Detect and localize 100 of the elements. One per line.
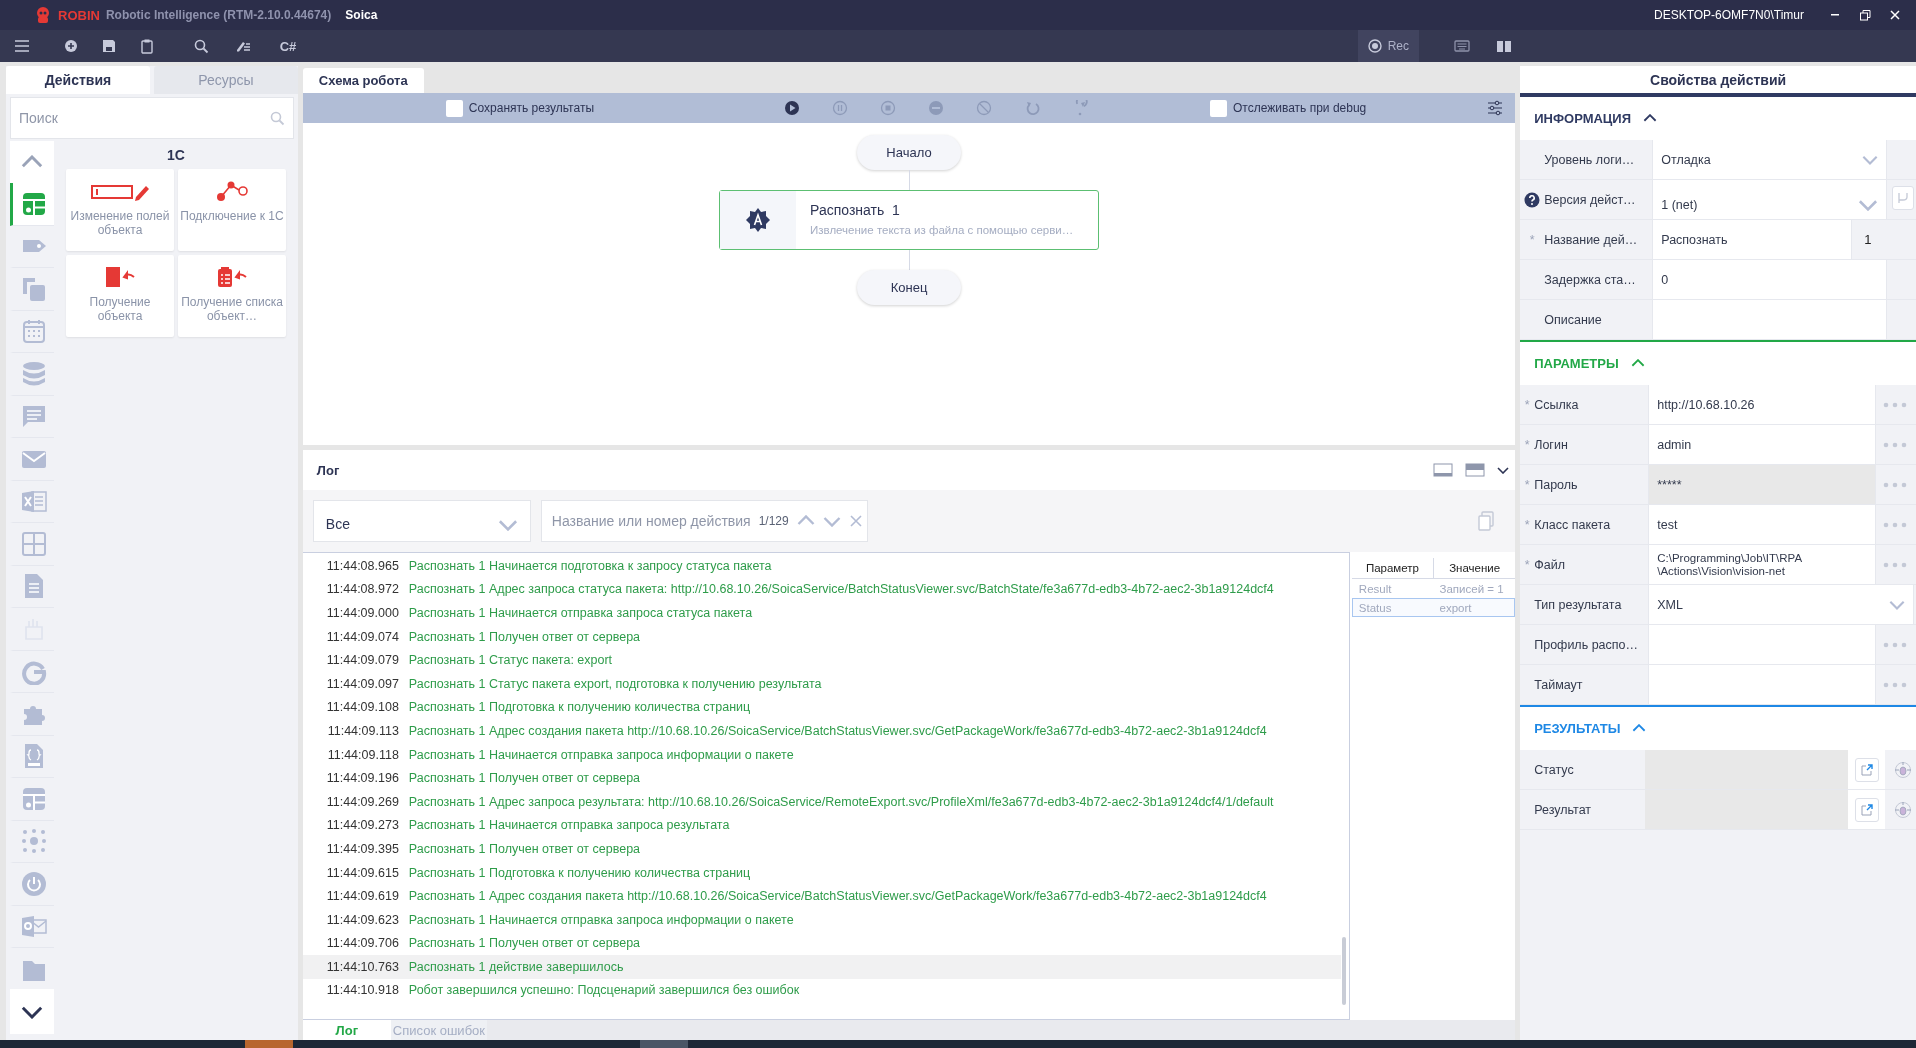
field-label: Уровень логи… — [1544, 152, 1635, 167]
log-message: Распознать 1 Получен ответ от сервера — [408, 936, 641, 951]
grid-icon — [19, 529, 48, 558]
log-row[interactable]: 11:44:09.000 Распознать 1 Начинается отправка запроса статуса пакета — [302, 601, 1341, 625]
log-row[interactable]: 11:44:09.706 Распознать 1 Получен ответ от сервера — [302, 931, 1341, 956]
action-node[interactable]: Распознать 1 Извлечение текста из файла с помощью серви… — [719, 190, 1099, 250]
settings-button[interactable] — [1487, 100, 1504, 116]
field-label: Статус — [1534, 762, 1574, 777]
dropdown-field[interactable]: 1 (net) — [1652, 180, 1888, 219]
page-arrow-icon — [105, 265, 135, 289]
branch-button[interactable] — [1892, 186, 1915, 210]
flow-node[interactable]: Конец — [857, 270, 961, 305]
dots-icon — [19, 827, 48, 856]
code-button[interactable]: C# — [268, 30, 308, 62]
action-search-field[interactable]: Название или номер действия 1/129 — [540, 500, 868, 542]
chevron-up-icon — [1632, 724, 1647, 733]
log-row[interactable]: 11:44:09.079 Распознать 1 Статус пакета: export — [302, 648, 1341, 672]
chevron-down-icon — [21, 1004, 43, 1019]
input-field[interactable] — [1652, 300, 1888, 339]
log-row[interactable]: 11:44:09.118 Распознать 1 Начинается отправка запроса информации о пакете — [302, 742, 1341, 767]
project-name: Soica — [345, 8, 378, 22]
checkbox[interactable] — [445, 99, 463, 117]
layout-button[interactable] — [1465, 462, 1486, 478]
scroll-down-button[interactable] — [10, 989, 54, 1034]
log-time: 11:44:09.706 — [325, 936, 399, 951]
log-message: Распознать 1 Начинается отправка запроса результата — [408, 818, 730, 833]
log-row[interactable]: 11:44:09.619 Распознать 1 Адрес создания пакета http://10.68.10.26/SoicaService/BatchStatusViewer.svc/GetPackageWork/fe3a677d-edb3-4b72-aec2-3b1a9124dcf4 — [302, 884, 1341, 908]
checkbox-label: Отслеживать при debug — [1233, 101, 1367, 115]
column-header: Параметр — [1364, 561, 1420, 576]
play-icon — [784, 100, 800, 116]
table-cell-text: Result — [1357, 582, 1393, 595]
field-label: Файл — [1534, 557, 1565, 572]
scrollbar-thumb[interactable] — [1341, 937, 1346, 1005]
dropdown-field[interactable]: XML — [1648, 585, 1915, 624]
sliders-icon — [1487, 100, 1504, 116]
log-row[interactable]: 11:44:10.918 Робот завершился успешно: Подсценарий завершился без ошибок — [302, 978, 1341, 1003]
input-field[interactable]: admin — [1648, 425, 1877, 464]
log-row[interactable]: 11:44:10.763 Распознать 1 действие завершилось — [302, 955, 1341, 979]
clipboard-icon — [139, 38, 155, 54]
taskbar-button[interactable] — [640, 1040, 688, 1048]
log-time: 11:44:08.972 — [325, 582, 399, 597]
schema-tab[interactable]: Схема робота — [302, 68, 424, 93]
required-mark: * — [1524, 437, 1530, 452]
log-row[interactable]: 11:44:08.972 Распознать 1 Адрес запроса статуса пакета: http://10.68.10.26/SoicaService/BatchStatusViewer.svc/BatchState/fe3a677d-edb3-4b72-aec2-3b1a9124dcf4 — [302, 577, 1341, 602]
panel-tab[interactable]: Действия — [6, 66, 150, 94]
dropdown-field[interactable]: Отладка — [1652, 140, 1888, 179]
log-message: Робот завершился успешно: Подсценарий завершился без ошибок — [408, 983, 800, 998]
log-message: Распознать 1 действие завершилось — [408, 959, 624, 974]
table-cell-text: export — [1438, 601, 1473, 614]
log-row[interactable]: 11:44:09.269 Распознать 1 Адрес запроса результата: http://10.68.10.26/SoicaService/RemoteExport.svc/ProfileXml/fe3a677d-edb3-4b72-aec2-3b1a9124dcf4/1/default — [302, 789, 1341, 814]
copy-button[interactable] — [1477, 511, 1496, 531]
more-icon — [1883, 441, 1908, 448]
log-row[interactable]: 11:44:09.108 Распознать 1 Подготовка к получению количества страниц — [302, 695, 1341, 720]
input-field[interactable] — [1648, 665, 1877, 704]
keyboard-icon — [1454, 38, 1470, 54]
chevron-down-icon — [1862, 154, 1879, 165]
required-mark: * — [1524, 477, 1530, 492]
input-field[interactable]: test — [1648, 505, 1877, 544]
input-field[interactable]: 0 — [1652, 260, 1888, 299]
log-row[interactable]: 11:44:09.196 Распознать 1 Получен ответ от сервера — [302, 766, 1341, 790]
section-title: ПАРАМЕТРЫ — [1534, 356, 1619, 371]
log-row[interactable]: 11:44:09.623 Распознать 1 Начинается отправка запроса информации о пакете — [302, 907, 1341, 932]
log-message: Распознать 1 Начинается отправка запроса статуса пакета — [408, 606, 753, 620]
export-button[interactable] — [1854, 757, 1879, 782]
more-icon — [1883, 641, 1908, 648]
category-tab[interactable] — [10, 183, 54, 226]
log-row[interactable]: 11:44:09.615 Распознать 1 Подготовка к получению количества страниц — [302, 860, 1341, 885]
flow-node[interactable]: Начало — [857, 135, 961, 170]
password-field[interactable]: ***** — [1648, 465, 1877, 504]
search-icon — [193, 38, 209, 54]
layout-button[interactable] — [1433, 462, 1454, 478]
bug-icon — [1894, 760, 1913, 779]
log-message: Распознать 1 Получен ответ от сервера — [408, 841, 641, 856]
log-row[interactable]: 11:44:09.097 Распознать 1 Статус пакета export, подготовка к получению результата — [302, 671, 1341, 696]
input-field[interactable]: http://10.68.10.26 — [1648, 385, 1877, 424]
required-mark: * — [1524, 397, 1530, 412]
field-label: Логин — [1534, 437, 1568, 452]
scroll-up-button[interactable] — [10, 141, 54, 183]
dropdown-button[interactable] — [1497, 466, 1510, 474]
log-row[interactable]: 11:44:09.113 Распознать 1 Адрес создания пакета http://10.68.10.26/SoicaService/BatchStatusViewer.svc/GetPackageWork/fe3a677d-edb3-4b72-aec2-3b1a9124dcf4 — [302, 719, 1341, 743]
checkbox[interactable] — [1210, 99, 1227, 117]
node-title: Распознать 1 — [810, 202, 901, 218]
input-field[interactable]: C:\Programming\Job\IT\RPA \Actions\Vision\vision-net — [1648, 545, 1877, 584]
taskbar-button[interactable] — [245, 1040, 293, 1048]
log-row[interactable]: 11:44:09.074 Распознать 1 Получен ответ от сервера — [302, 624, 1341, 649]
field-label: Ссылка — [1534, 397, 1579, 412]
record-button[interactable]: Rec — [1357, 30, 1419, 62]
log-row[interactable]: 11:44:09.395 Распознать 1 Получен ответ от сервера — [302, 837, 1341, 861]
more-icon — [1883, 401, 1908, 408]
input-field[interactable] — [1648, 625, 1877, 664]
robot-logo-icon — [34, 6, 52, 24]
required-mark: * — [1524, 517, 1530, 532]
input-field[interactable]: Распознать — [1652, 220, 1853, 259]
log-row[interactable]: 11:44:08.965 Распознать 1 Начинается подготовка к запросу статуса пакета — [302, 554, 1341, 578]
filter-dropdown[interactable]: Все — [312, 500, 531, 542]
collapse-button[interactable] — [1643, 114, 1658, 123]
export-button[interactable] — [1854, 797, 1879, 822]
log-message: Распознать 1 Начинается отправка запроса информации о пакете — [408, 912, 794, 927]
log-time: 11:44:08.965 — [325, 558, 399, 573]
log-row[interactable]: 11:44:09.273 Распознать 1 Начинается отправка запроса результата — [302, 813, 1341, 838]
